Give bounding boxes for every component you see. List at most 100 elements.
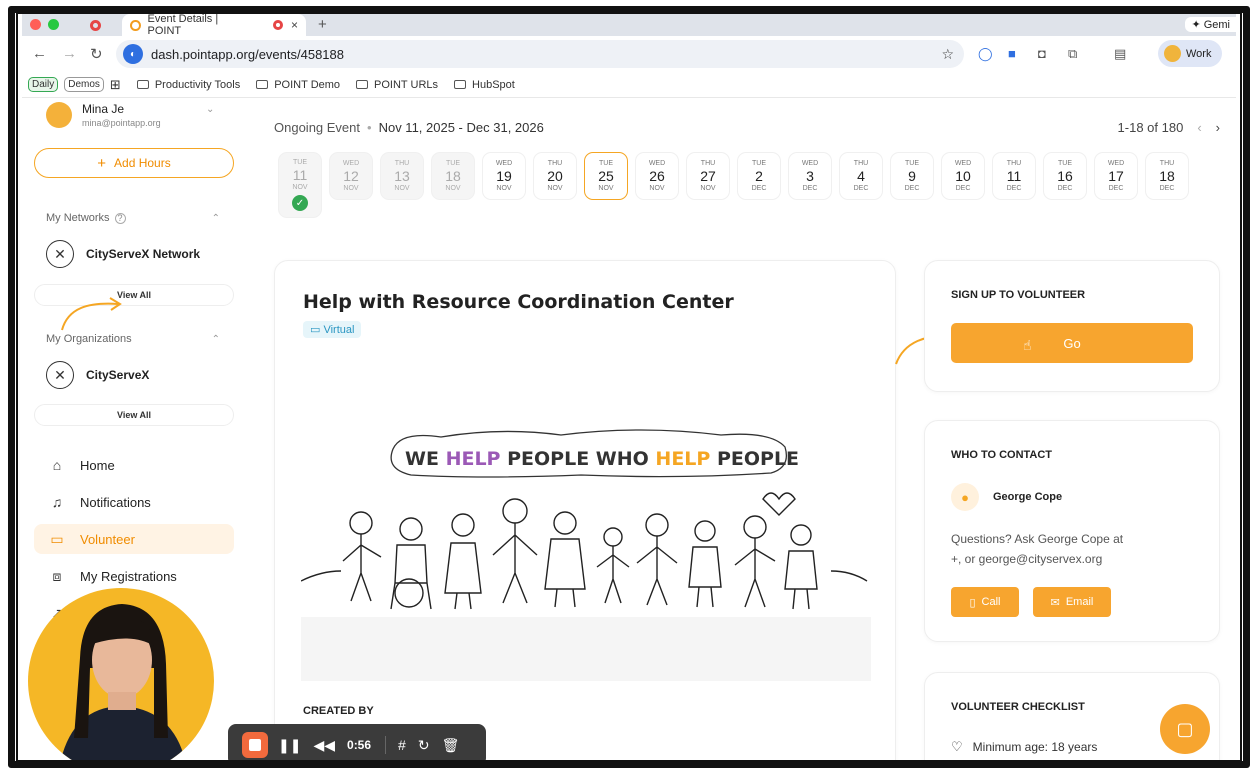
grid-icon[interactable]: #	[398, 737, 406, 753]
date-day: 16	[1057, 168, 1073, 184]
my-networks-header[interactable]: My Networks ? ⌃	[46, 212, 220, 224]
reading-list-icon[interactable]: ▤	[1114, 46, 1126, 62]
date-chip[interactable]: TUE 25 NOV	[584, 152, 628, 200]
tab-recording[interactable]	[82, 14, 116, 36]
pause-icon[interactable]: ❚❚	[278, 737, 301, 754]
bookmark-daily[interactable]: Daily	[28, 77, 59, 92]
chat-button[interactable]: ▢	[1160, 704, 1210, 754]
date-chip[interactable]: THU 20 NOV	[533, 152, 577, 200]
bookmark-point-demo[interactable]: POINT Demo	[256, 79, 340, 91]
my-organizations-header[interactable]: My Organizations ⌃	[46, 333, 220, 345]
browser-toolbar: ← → ↻ ◐ dash.pointapp.org/events/458188 …	[22, 36, 1236, 72]
extension-circle-icon[interactable]: ◯	[978, 46, 993, 62]
date-chip[interactable]: THU 13 NOV	[380, 152, 424, 200]
chevron-up-icon[interactable]: ⌃	[212, 213, 220, 224]
annotation-arrow-icon	[61, 297, 122, 331]
date-dow: THU	[547, 160, 563, 167]
user-profile[interactable]: Mina Je mina@pointapp.org	[46, 102, 161, 128]
date-chip[interactable]: THU 11 DEC	[992, 152, 1036, 200]
camera-extension-icon[interactable]: ◘	[1038, 46, 1046, 61]
date-chip[interactable]: TUE 9 DEC	[890, 152, 934, 200]
tab-close-icon[interactable]: ×	[291, 18, 298, 32]
chevron-down-icon[interactable]: ⌄	[206, 104, 214, 115]
help-icon[interactable]: ?	[114, 212, 126, 224]
date-chip[interactable]: WED 12 NOV	[329, 152, 373, 200]
email-button[interactable]: ✉ Email	[1033, 587, 1111, 617]
contact-question-line[interactable]: +, or george@cityservex.org	[951, 549, 1201, 569]
created-by-heading: CREATED BY	[303, 705, 374, 717]
folder-icon	[454, 80, 467, 89]
bookmark-hubspot[interactable]: HubSpot	[454, 79, 515, 91]
date-chip[interactable]: TUE 18 NOV	[431, 152, 475, 200]
extension-app-icon[interactable]: ■	[1008, 46, 1016, 61]
webcam-overlay[interactable]	[28, 588, 214, 760]
address-bar[interactable]: ◐ dash.pointapp.org/events/458188 ☆	[116, 40, 964, 68]
chevron-up-icon[interactable]: ⌃	[212, 334, 220, 345]
date-mon: NOV	[445, 185, 461, 192]
date-mon: NOV	[649, 185, 665, 192]
rewind-icon[interactable]: ◀◀	[313, 737, 335, 754]
chevron-right-icon[interactable]: ›	[1216, 120, 1220, 135]
date-chip[interactable]: WED 19 NOV	[482, 152, 526, 200]
date-day: 13	[394, 168, 410, 184]
date-chip[interactable]: WED 17 DEC	[1094, 152, 1138, 200]
new-tab-button[interactable]: +	[318, 16, 327, 33]
apps-grid-icon[interactable]: ⊞	[110, 77, 121, 93]
event-status: Ongoing Event	[274, 120, 361, 135]
date-chip[interactable]: THU 27 NOV	[686, 152, 730, 200]
date-dow: TUE	[752, 160, 766, 167]
restart-icon[interactable]: ↻	[418, 737, 430, 754]
profile-button[interactable]: Work	[1158, 40, 1222, 67]
nav-label: Volunteer	[80, 531, 135, 547]
date-day: 11	[292, 167, 308, 183]
tab-event-details[interactable]: Event Details | POINT ×	[122, 14, 306, 37]
puzzle-icon[interactable]: ⧉	[1068, 46, 1077, 62]
bookmark-star-icon[interactable]: ☆	[941, 46, 954, 63]
sidebar-item-my-registrations[interactable]: ⧈ My Registrations	[34, 561, 234, 591]
event-title: Help with Resource Coordination Center	[303, 291, 734, 313]
date-day: 10	[955, 168, 971, 184]
organization-item[interactable]: ✕ CityServeX	[46, 361, 149, 389]
contact-name: George Cope	[993, 491, 1063, 503]
call-button[interactable]: ▯ Call	[951, 587, 1019, 617]
view-all-organizations-button[interactable]: View All	[34, 404, 234, 426]
divider	[385, 736, 387, 754]
forward-icon[interactable]: →	[62, 45, 77, 62]
trash-icon[interactable]: 🗑	[442, 737, 460, 754]
sidebar-item-home[interactable]: ⌂ Home	[34, 450, 234, 480]
date-chip[interactable]: WED 3 DEC	[788, 152, 832, 200]
tab-recording-icon	[273, 20, 283, 30]
date-chip[interactable]: WED 10 DEC	[941, 152, 985, 200]
network-item[interactable]: ✕ CityServeX Network	[46, 240, 200, 268]
date-chip[interactable]: TUE 2 DEC	[737, 152, 781, 200]
date-chip[interactable]: THU 4 DEC	[839, 152, 883, 200]
gemini-button[interactable]: ✦ Gemi	[1185, 17, 1236, 32]
close-window-icon[interactable]	[30, 19, 41, 30]
date-day: 9	[908, 168, 916, 184]
bookmark-productivity-tools[interactable]: Productivity Tools	[136, 79, 240, 91]
date-mon: DEC	[1057, 185, 1073, 192]
maximize-window-icon[interactable]	[48, 19, 59, 30]
bookmark-demos[interactable]: Demos	[64, 77, 104, 92]
mail-icon: ✉	[1050, 596, 1060, 609]
date-dow: WED	[1107, 160, 1125, 167]
date-chip[interactable]: TUE 16 DEC	[1043, 152, 1087, 200]
date-chip[interactable]: THU 18 DEC	[1145, 152, 1189, 200]
sidebar-item-notifications[interactable]: ♫ Notifications	[34, 487, 234, 517]
sidebar-item-volunteer[interactable]: ▭ Volunteer	[34, 524, 234, 554]
bookmark-point-urls[interactable]: POINT URLs	[356, 79, 438, 91]
sketch-frame: Event Details | POINT × + ✦ Gemi ← → ↻ ◐…	[0, 0, 1258, 774]
network-name: CityServeX Network	[86, 247, 201, 261]
go-button[interactable]: Go ☝	[951, 323, 1193, 363]
svg-text:WE HELP PEOPLE WHO HELP PEOPLE: WE HELP PEOPLE WHO HELP PEOPLE	[405, 448, 799, 470]
chevron-left-icon[interactable]: ‹	[1197, 120, 1201, 135]
date-chip[interactable]: WED 26 NOV	[635, 152, 679, 200]
date-chip[interactable]: TUE 11 NOV ✓	[278, 152, 322, 218]
back-icon[interactable]: ←	[32, 45, 47, 62]
reload-icon[interactable]: ↻	[90, 45, 103, 63]
site-info-icon[interactable]: ◐	[123, 44, 143, 64]
stop-recording-button[interactable]	[242, 732, 268, 758]
checklist-item: ♡ Minimum age: 18 years	[951, 739, 1097, 755]
add-hours-button[interactable]: + Add Hours	[34, 148, 234, 178]
date-day: 2	[755, 168, 763, 184]
